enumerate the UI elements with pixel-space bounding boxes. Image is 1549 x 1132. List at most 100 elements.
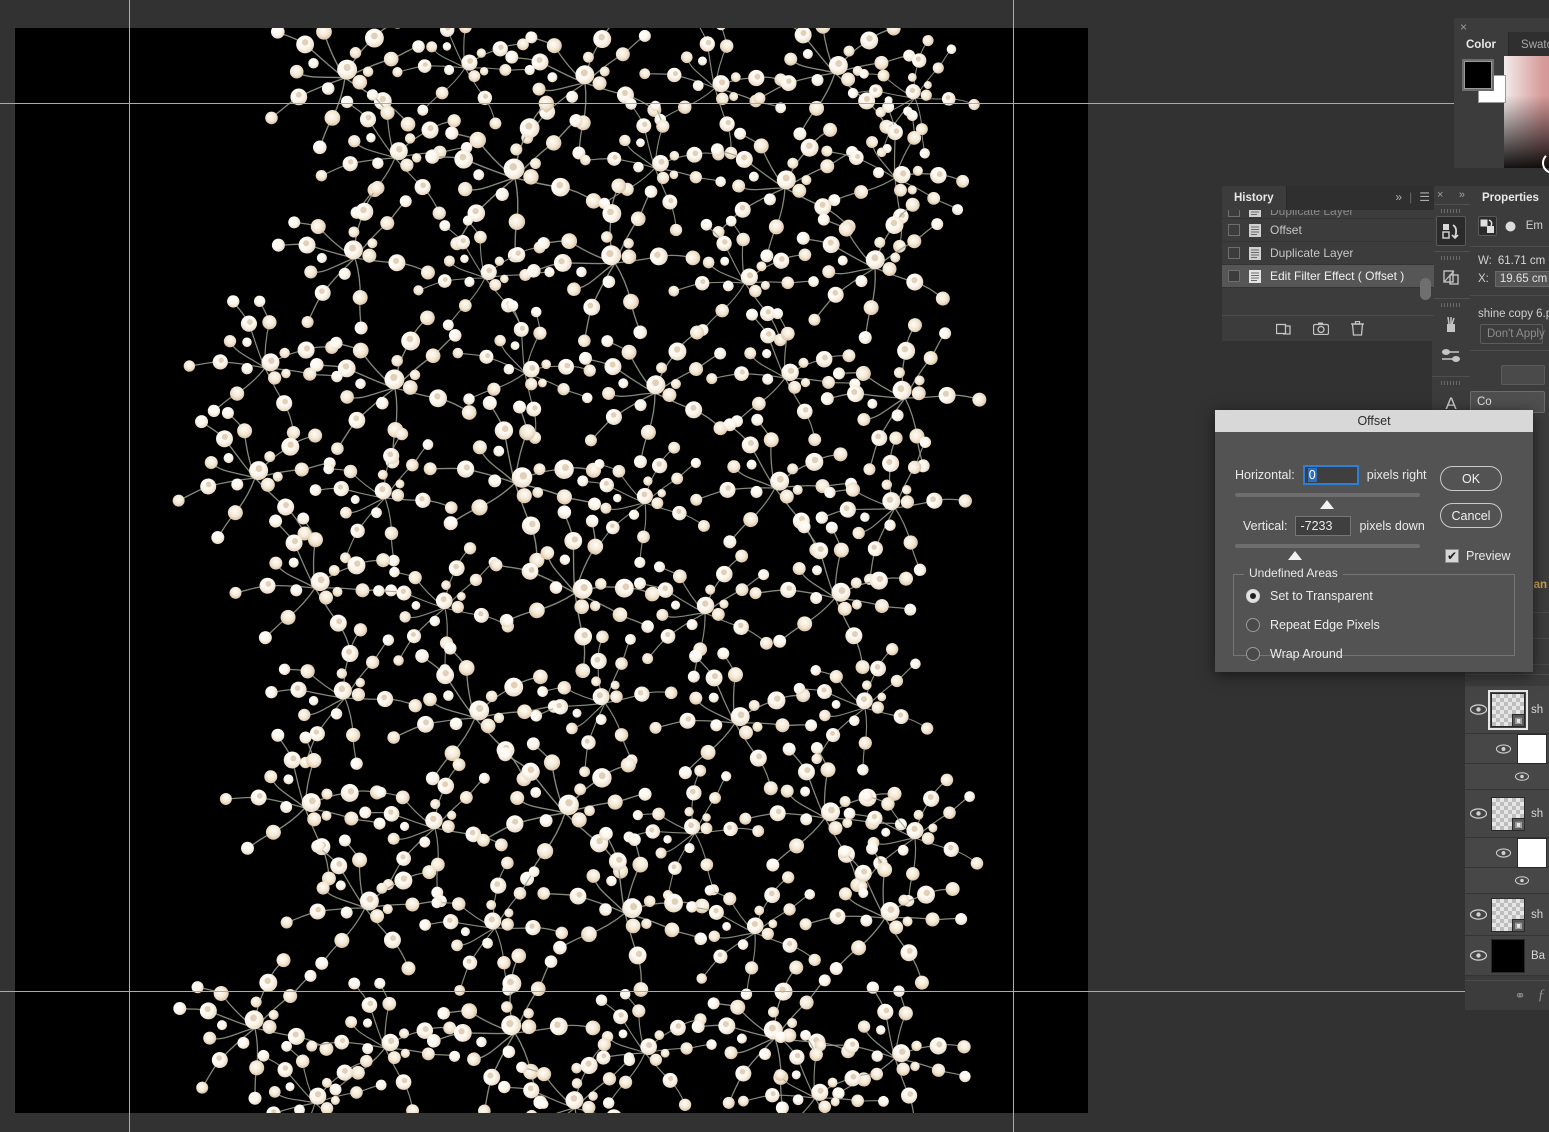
layer-thumbnail[interactable]: ▣ [1488, 689, 1528, 730]
smart-object-badge-icon: ▣ [1512, 713, 1525, 727]
vertical-slider-handle[interactable] [1288, 551, 1302, 560]
layer-thumbnail[interactable]: ▣ [1491, 897, 1525, 932]
panel-menu-icon[interactable]: ☰ [1419, 190, 1430, 204]
history-state-row[interactable]: Duplicate Layer [1222, 210, 1434, 219]
table-row[interactable] [1465, 733, 1549, 764]
tab-history[interactable]: History [1222, 186, 1287, 210]
color-ramp[interactable] [1504, 56, 1549, 174]
smart-object-properties-icon[interactable] [1478, 216, 1497, 236]
filter-mask-thumbnail[interactable] [1517, 837, 1547, 868]
layer-visibility-icon[interactable] [1465, 847, 1517, 858]
history-state-checkbox[interactable] [1228, 270, 1240, 282]
background-layer-thumbnail[interactable] [1491, 938, 1525, 973]
history-state-checkbox[interactable] [1228, 224, 1240, 236]
history-state-row[interactable]: Offset [1222, 219, 1434, 242]
link-layers-icon[interactable]: ⚭ [1515, 988, 1526, 1004]
document-icon [1249, 223, 1261, 237]
foreground-color-swatch[interactable] [1462, 59, 1494, 91]
ok-button[interactable]: OK [1440, 466, 1502, 491]
layer-comps-icon[interactable] [1436, 263, 1466, 293]
layer-style-icon[interactable]: ƒ [1538, 987, 1546, 1004]
cancel-button[interactable]: Cancel [1440, 503, 1502, 528]
layer-name[interactable]: sh [1525, 909, 1543, 921]
vertical-slider-track[interactable] [1235, 544, 1420, 548]
radio-button[interactable] [1246, 646, 1260, 661]
collapsed-panel-rail: × » A [1432, 186, 1470, 443]
tab-properties[interactable]: Properties [1470, 186, 1549, 210]
expand-panels-icon[interactable]: » [1459, 189, 1465, 201]
layer-visibility-icon[interactable] [1465, 772, 1533, 781]
panel-grip[interactable] [1441, 380, 1461, 386]
layer-visibility-icon[interactable] [1465, 876, 1533, 885]
history-state-row-selected[interactable]: Edit Filter Effect ( Offset ) [1222, 265, 1434, 288]
vertical-label: Vertical: [1243, 519, 1288, 533]
panel-grip[interactable] [1441, 302, 1461, 308]
layer-name[interactable]: Ba [1525, 950, 1545, 962]
history-scrollbar-thumb[interactable] [1420, 278, 1431, 300]
layer-visibility-icon[interactable] [1465, 950, 1491, 961]
table-row[interactable]: ▣ sh [1465, 894, 1549, 936]
horizontal-slider-handle[interactable] [1320, 500, 1334, 509]
history-state-checkbox[interactable] [1228, 210, 1240, 217]
history-states-list[interactable]: Duplicate Layer Offset Duplicate Layer E… [1222, 210, 1434, 303]
x-row: X: 19.65 cm [1470, 269, 1549, 289]
history-scrollbar[interactable] [1420, 212, 1431, 301]
layers-panel-footer: ⚭ ƒ [1465, 980, 1549, 1010]
radio-wrap-around[interactable]: Wrap Around [1234, 639, 1514, 668]
layer-name[interactable]: sh [1525, 704, 1543, 716]
table-row[interactable] [1465, 837, 1549, 868]
mask-properties-icon[interactable] [1501, 216, 1520, 236]
layer-thumbnail[interactable]: ▣ [1491, 796, 1525, 831]
tab-swatches[interactable]: Swatche [1509, 32, 1549, 57]
preview-checkbox[interactable]: ✔ [1445, 549, 1459, 563]
divider: | [1409, 190, 1413, 204]
table-row[interactable] [1465, 764, 1549, 790]
layer-visibility-icon[interactable] [1465, 743, 1517, 754]
brush-settings-icon[interactable] [1436, 341, 1466, 371]
document-canvas[interactable] [15, 28, 1088, 1113]
delete-state-icon[interactable] [1351, 321, 1364, 336]
brushes-icon[interactable] [1436, 310, 1466, 340]
divider [1470, 246, 1549, 247]
vertical-input[interactable]: -7233 [1295, 516, 1352, 536]
x-label: X: [1478, 273, 1489, 285]
new-snapshot-icon[interactable] [1313, 322, 1329, 335]
edit-contents-button[interactable] [1501, 365, 1545, 385]
layer-visibility-icon[interactable] [1465, 808, 1491, 819]
filter-mask-thumbnail[interactable] [1517, 733, 1547, 764]
expand-icon[interactable]: » [1395, 190, 1402, 204]
table-row[interactable] [1465, 868, 1549, 894]
layer-name[interactable]: sh [1525, 808, 1543, 820]
radio-button[interactable] [1246, 588, 1260, 603]
dont-apply-button[interactable]: Don't Apply [1480, 324, 1545, 344]
table-row[interactable]: Ba [1465, 936, 1549, 976]
vertical-offset-row: Vertical: -7233 pixels down [1243, 516, 1425, 536]
layer-visibility-icon[interactable] [1465, 704, 1491, 715]
horizontal-slider-track[interactable] [1235, 493, 1420, 497]
rail-group-history [1432, 204, 1470, 251]
embedded-label: Em [1525, 220, 1543, 232]
horizontal-input-value: 0 [1307, 468, 1317, 482]
x-input[interactable]: 19.65 cm [1494, 271, 1549, 287]
history-state-row[interactable]: Duplicate Layer [1222, 242, 1434, 265]
dialog-titlebar[interactable]: Offset [1215, 410, 1533, 432]
new-document-from-state-icon[interactable] [1276, 322, 1291, 336]
horizontal-input[interactable]: 0 [1302, 465, 1359, 485]
table-row[interactable]: ▣ sh [1465, 790, 1549, 838]
preview-row[interactable]: ✔ Preview [1445, 549, 1510, 563]
radio-set-to-transparent[interactable]: Set to Transparent [1234, 581, 1514, 610]
properties-mode-buttons: Em [1470, 210, 1549, 240]
layers-list[interactable]: ▣ sh ▣ sh ▣ sh Ba [1465, 686, 1549, 976]
history-state-checkbox[interactable] [1228, 247, 1240, 259]
history-actions-icon[interactable] [1436, 216, 1466, 246]
layer-visibility-icon[interactable] [1465, 909, 1491, 920]
radio-button[interactable] [1246, 617, 1260, 632]
rail-group-layercomps [1432, 251, 1470, 298]
tab-color[interactable]: Color [1454, 32, 1510, 57]
panel-grip[interactable] [1441, 255, 1461, 261]
panel-grip[interactable] [1441, 208, 1461, 214]
vertical-suffix: pixels down [1359, 519, 1425, 533]
table-row[interactable]: ▣ sh [1465, 686, 1549, 734]
radio-repeat-edge-pixels[interactable]: Repeat Edge Pixels [1234, 610, 1514, 639]
close-icon[interactable]: × [1437, 189, 1443, 201]
